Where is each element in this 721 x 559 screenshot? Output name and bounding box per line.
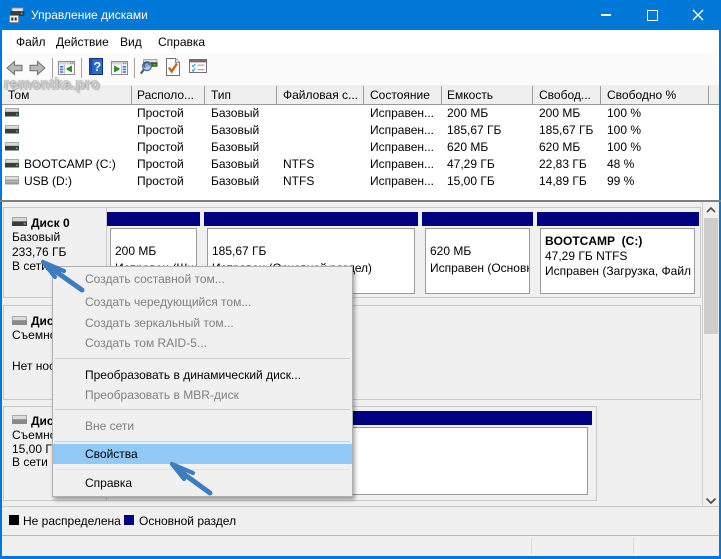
- svg-text:?: ?: [93, 59, 101, 74]
